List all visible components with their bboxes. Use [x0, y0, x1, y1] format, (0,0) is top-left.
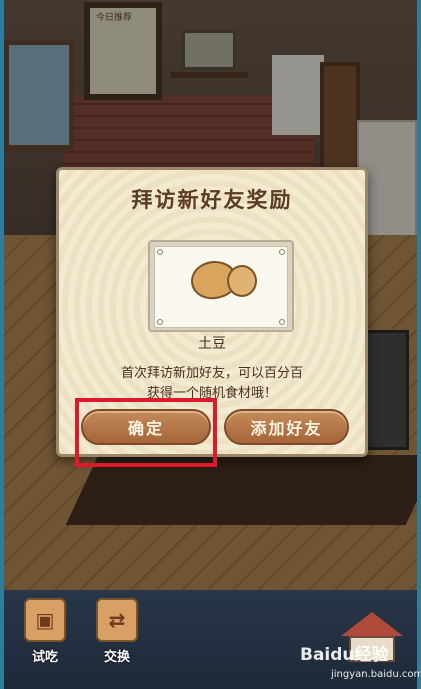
potato-icon-small	[227, 265, 257, 297]
tasting-label: 试吃	[31, 650, 58, 665]
reward-item-frame	[154, 246, 288, 328]
reward-description-line1: 首次拜访新加好友，可以百分百	[120, 366, 303, 381]
reward-item-card	[148, 240, 294, 332]
corner-pin-icon	[157, 319, 163, 325]
dialog-title: 拜访新好友奖励	[131, 188, 293, 212]
exchange-button[interactable]: ⇄ 交换	[94, 598, 140, 665]
add-friend-button[interactable]: 添加好友	[224, 409, 349, 445]
tasting-button[interactable]: ▣ 试吃	[22, 598, 68, 665]
baidu-watermark-url: jingyan.baidu.com	[331, 669, 421, 680]
corner-pin-icon	[279, 249, 285, 255]
corner-pin-icon	[157, 249, 163, 255]
baidu-watermark: Baidu经验	[300, 645, 389, 665]
screen-border-right	[417, 0, 421, 689]
game-screen: 今日推荐 拜访新好友奖励 土豆 首次拜访新加好友，可以百分百 获得一个随机食材哦…	[0, 0, 421, 689]
tasting-box-icon: ▣	[24, 598, 66, 642]
reward-item-name: 土豆	[198, 336, 226, 352]
exchange-label: 交换	[103, 650, 130, 665]
house-roof	[341, 612, 403, 636]
confirm-highlight-box	[75, 398, 217, 467]
corner-pin-icon	[279, 319, 285, 325]
exchange-box-icon: ⇄	[96, 598, 138, 642]
